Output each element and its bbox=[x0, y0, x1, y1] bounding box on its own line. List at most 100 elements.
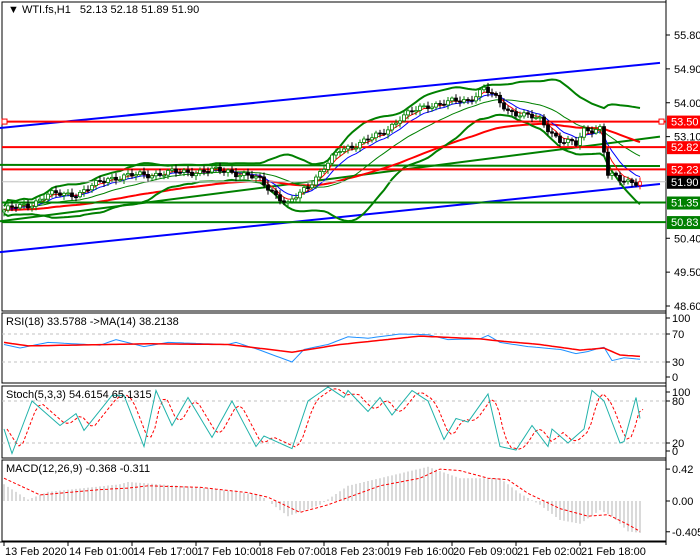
candle-body bbox=[462, 99, 466, 103]
candle-body bbox=[194, 173, 198, 177]
time-tick-label: 14 Feb 17:00 bbox=[133, 546, 198, 558]
candle-body bbox=[314, 176, 318, 186]
candle-body bbox=[158, 172, 162, 176]
candle-body bbox=[42, 198, 46, 201]
candle-body bbox=[302, 187, 306, 193]
candle-body bbox=[142, 171, 146, 175]
candle-body bbox=[446, 100, 450, 106]
rsi-tick-label: 100 bbox=[672, 313, 690, 325]
candle-body bbox=[426, 105, 430, 109]
rsi-tick-label: 70 bbox=[672, 329, 684, 341]
candle-body bbox=[450, 97, 454, 102]
candle-body bbox=[614, 172, 618, 176]
macd-tick-label: 0.42 bbox=[672, 464, 693, 476]
candle-body bbox=[498, 94, 502, 104]
candle-body bbox=[390, 123, 394, 131]
candle-body bbox=[386, 129, 390, 135]
candle-body bbox=[494, 93, 498, 96]
candle-body bbox=[310, 184, 314, 189]
candle-body bbox=[510, 110, 514, 113]
candle-body bbox=[374, 132, 378, 139]
candle-body bbox=[590, 130, 594, 134]
candle-body bbox=[214, 166, 218, 169]
candle-body bbox=[298, 191, 302, 199]
candle-body bbox=[270, 189, 274, 192]
candle-body bbox=[286, 201, 290, 204]
candle-body bbox=[518, 115, 522, 118]
candle-body bbox=[198, 169, 202, 174]
time-tick-label: 17 Feb 10:00 bbox=[197, 546, 262, 558]
candle-body bbox=[514, 111, 518, 117]
level-anchor-marker bbox=[1, 118, 8, 125]
dropdown-triangle-icon[interactable]: ▼ bbox=[8, 4, 19, 16]
candle-body bbox=[574, 140, 578, 146]
candle-body bbox=[342, 148, 346, 152]
candle-body bbox=[570, 138, 574, 142]
candle-body bbox=[350, 145, 354, 149]
candle-body bbox=[610, 172, 614, 176]
time-tick-label: 18 Feb 07:00 bbox=[261, 546, 326, 558]
candle-body bbox=[258, 175, 262, 178]
candle-body bbox=[82, 189, 86, 193]
candle-body bbox=[618, 174, 622, 182]
candle-body bbox=[622, 180, 626, 183]
candle-body bbox=[18, 204, 22, 209]
candle-body bbox=[150, 175, 154, 179]
candle-body bbox=[178, 171, 182, 174]
candle-body bbox=[434, 103, 438, 108]
candle-body bbox=[250, 174, 254, 179]
time-tick-label: 13 Feb 2020 bbox=[5, 546, 67, 558]
time-tick-label: 18 Feb 23:00 bbox=[325, 546, 390, 558]
candle-body bbox=[558, 135, 562, 143]
time-tick-label: 19 Feb 16:00 bbox=[389, 546, 454, 558]
candle-body bbox=[318, 171, 322, 178]
candle-body bbox=[174, 168, 178, 173]
candle-body bbox=[586, 127, 590, 132]
candle-body bbox=[406, 110, 410, 116]
candle-body bbox=[22, 203, 26, 206]
price-badge-label: 52.82 bbox=[671, 142, 699, 154]
candle-body bbox=[366, 138, 370, 141]
ohlc-readout: 52.13 52.18 51.89 51.90 bbox=[79, 4, 200, 16]
candle-body bbox=[322, 169, 326, 172]
candle-body bbox=[394, 122, 398, 125]
candle-body bbox=[354, 147, 358, 150]
time-tick-label: 20 Feb 09:00 bbox=[453, 546, 518, 558]
candle-body bbox=[418, 105, 422, 111]
candle-body bbox=[326, 162, 330, 170]
candle-body bbox=[358, 142, 362, 149]
candle-body bbox=[186, 169, 190, 173]
candle-body bbox=[382, 132, 386, 135]
candle bbox=[606, 147, 610, 179]
candle-body bbox=[442, 103, 446, 106]
candle-body bbox=[262, 176, 266, 186]
price-chart[interactable]: 55.8054.9054.0053.1050.4049.5048.6053.50… bbox=[0, 0, 700, 560]
candle-body bbox=[26, 203, 30, 209]
candle-body bbox=[154, 172, 158, 177]
candle-body bbox=[474, 96, 478, 102]
candle-body bbox=[490, 92, 494, 95]
candle-body bbox=[562, 142, 566, 144]
candle-body bbox=[338, 151, 342, 153]
candle-body bbox=[602, 126, 606, 153]
candle-body bbox=[86, 189, 90, 192]
candle-body bbox=[70, 192, 74, 198]
stoch-tick-label: 0 bbox=[672, 446, 678, 458]
candle-body bbox=[222, 170, 226, 173]
candle-body bbox=[598, 126, 602, 130]
candle-body bbox=[202, 169, 206, 172]
candle-body bbox=[346, 145, 350, 150]
candle-body bbox=[54, 190, 58, 194]
candle-body bbox=[566, 138, 570, 144]
candle-body bbox=[34, 200, 38, 207]
candle-body bbox=[46, 193, 50, 200]
candle-body bbox=[190, 171, 194, 177]
candle-body bbox=[58, 192, 62, 196]
candle-body bbox=[6, 205, 10, 211]
candle-body bbox=[630, 179, 634, 184]
candle-body bbox=[78, 191, 82, 198]
price-tick-label: 50.40 bbox=[674, 233, 700, 245]
candle-body bbox=[166, 170, 170, 176]
candle-body bbox=[266, 184, 270, 191]
candle-body bbox=[330, 154, 334, 164]
